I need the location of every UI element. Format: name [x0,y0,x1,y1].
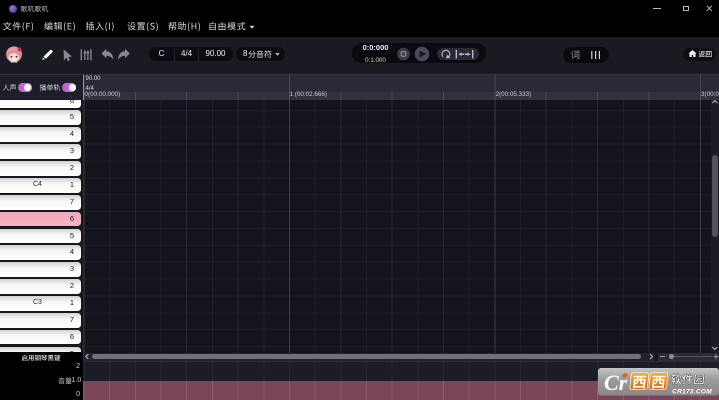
svg-text:CR173.COM: CR173.COM [672,389,712,396]
